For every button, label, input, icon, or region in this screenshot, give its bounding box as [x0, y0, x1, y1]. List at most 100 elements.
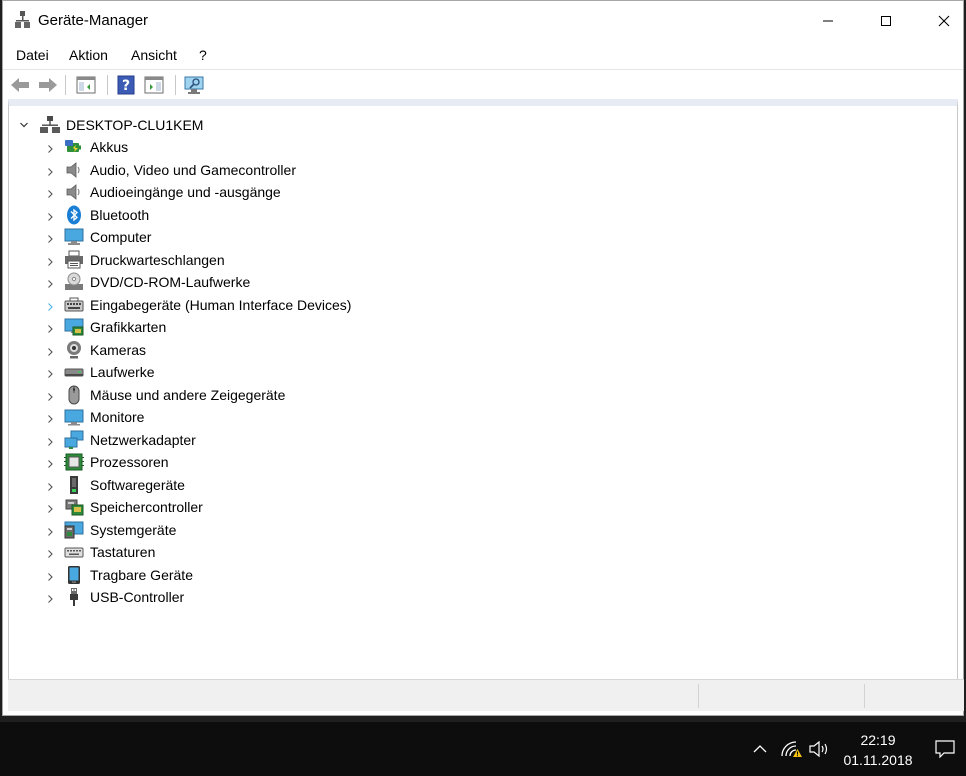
chevron-right-icon[interactable]: [45, 276, 55, 292]
chevron-right-icon[interactable]: [45, 389, 55, 405]
chevron-right-icon[interactable]: [45, 299, 55, 315]
taskbar: 22:19 01.11.2018: [0, 722, 966, 776]
tree-category-node[interactable]: Softwaregeräte: [9, 474, 957, 496]
status-bar: [8, 679, 964, 711]
processor-icon: [64, 452, 84, 472]
tree-category-node[interactable]: Grafikkarten: [9, 316, 957, 338]
forward-button[interactable]: [37, 74, 59, 96]
tree-category-node[interactable]: DVD/CD-ROM-Laufwerke: [9, 271, 957, 293]
tree-category-label: USB-Controller: [90, 589, 185, 605]
properties-pane-icon: [144, 76, 164, 94]
chevron-right-icon[interactable]: [45, 344, 55, 360]
tree-category-node[interactable]: Monitore: [9, 406, 957, 428]
network-adapter-icon: [64, 430, 84, 450]
tree-category-label: Tastaturen: [90, 544, 156, 560]
software-device-icon: [64, 475, 84, 495]
tree-category-node[interactable]: Akkus: [9, 136, 957, 158]
chevron-right-icon[interactable]: [45, 321, 55, 337]
device-manager-app-icon: [14, 10, 32, 33]
action-center-button[interactable]: [930, 722, 960, 776]
tree-category-label: Prozessoren: [90, 454, 169, 470]
properties-pane-button[interactable]: [143, 74, 165, 96]
back-button[interactable]: [9, 74, 31, 96]
volume-tray-button[interactable]: [806, 722, 832, 776]
tree-category-node[interactable]: Tragbare Geräte: [9, 564, 957, 586]
tree-category-node[interactable]: Laufwerke: [9, 361, 957, 383]
tree-category-label: Kameras: [90, 341, 147, 358]
tree-category-node[interactable]: Speichercontroller: [9, 496, 957, 518]
chevron-right-icon[interactable]: [45, 524, 55, 540]
tree-category-node[interactable]: Druckwarteschlangen: [9, 249, 957, 271]
chevron-right-icon[interactable]: [45, 591, 55, 607]
monitor-icon: [64, 407, 84, 427]
tree-category-node[interactable]: Prozessoren: [9, 451, 957, 473]
speaker-volume-icon: [809, 740, 828, 758]
show-hide-console-tree-icon: [76, 76, 96, 94]
tree-category-node[interactable]: Eingabegeräte (Human Interface Devices): [9, 294, 957, 316]
device-manager-window: Geräte-Manager Datei Aktion Ansicht ? ?: [2, 0, 964, 716]
menu-help[interactable]: ?: [199, 47, 207, 63]
menu-aktion[interactable]: Aktion: [69, 47, 108, 63]
chevron-right-icon[interactable]: [45, 254, 55, 270]
show-hide-console-tree-button[interactable]: [75, 74, 97, 96]
tree-category-node[interactable]: Tastaturen: [9, 541, 957, 563]
tree-category-node[interactable]: Audio, Video und Gamecontroller: [9, 159, 957, 181]
menu-datei[interactable]: Datei: [16, 47, 49, 63]
tree-root-node[interactable]: DESKTOP-CLU1KEM: [9, 114, 957, 136]
chevron-right-icon[interactable]: [45, 366, 55, 382]
scan-hardware-button[interactable]: [183, 74, 205, 96]
tree-category-label: Laufwerke: [90, 364, 155, 380]
chevron-right-icon[interactable]: [45, 456, 55, 472]
device-tree-pane[interactable]: DESKTOP-CLU1KEM Akkus Audio, Video und Ga…: [8, 99, 958, 681]
tree-category-label: Bluetooth: [90, 206, 150, 223]
toolbar-separator: [65, 75, 66, 95]
close-button[interactable]: [921, 1, 966, 41]
chevron-right-icon[interactable]: [45, 411, 55, 427]
help-icon: ?: [117, 75, 135, 95]
menu-bar: Datei Aktion Ansicht ?: [3, 43, 963, 67]
portable-device-icon: [64, 565, 84, 585]
hid-icon: [64, 295, 84, 315]
maximize-button[interactable]: [863, 1, 909, 41]
bluetooth-icon: [64, 205, 84, 225]
tree-category-node[interactable]: Computer: [9, 226, 957, 248]
tree-category-node[interactable]: Audioeingänge und -ausgänge: [9, 181, 957, 203]
disk-drive-icon: [64, 362, 84, 382]
tree-category-node[interactable]: Kameras: [9, 339, 957, 361]
chevron-right-icon[interactable]: [45, 569, 55, 585]
chevron-right-icon[interactable]: [45, 546, 55, 562]
chevron-right-icon[interactable]: [45, 141, 55, 157]
tree-category-node[interactable]: Systemgeräte: [9, 519, 957, 541]
tree-category-node[interactable]: Bluetooth: [9, 204, 957, 226]
minimize-button[interactable]: [805, 1, 851, 41]
tree-category-node[interactable]: Netzwerkadapter: [9, 429, 957, 451]
display-adapter-icon: [64, 317, 84, 337]
system-device-icon: [64, 520, 84, 540]
status-bar-divider: [864, 684, 865, 708]
title-bar[interactable]: Geräte-Manager: [3, 1, 963, 41]
svg-text:?: ?: [122, 78, 130, 94]
speaker-icon: [64, 182, 84, 202]
taskbar-clock[interactable]: 22:19 01.11.2018: [833, 730, 923, 770]
mouse-icon: [64, 385, 84, 405]
chevron-right-icon[interactable]: [45, 164, 55, 180]
chevron-down-icon[interactable]: [19, 117, 29, 133]
printer-icon: [64, 250, 84, 270]
status-bar-divider: [698, 684, 699, 708]
show-hidden-icons-button[interactable]: [748, 722, 772, 776]
toolbar: ?: [3, 69, 963, 99]
chevron-right-icon[interactable]: [45, 186, 55, 202]
chevron-right-icon[interactable]: [45, 434, 55, 450]
scan-hardware-monitor-icon: [184, 76, 204, 94]
tree-category-node[interactable]: USB-Controller: [9, 586, 957, 608]
clock-date: 01.11.2018: [843, 752, 913, 768]
chevron-right-icon[interactable]: [45, 209, 55, 225]
chevron-right-icon[interactable]: [45, 479, 55, 495]
help-button[interactable]: ?: [115, 74, 137, 96]
chevron-right-icon[interactable]: [45, 231, 55, 247]
menu-ansicht[interactable]: Ansicht: [131, 47, 177, 63]
tree-category-label: Monitore: [90, 409, 145, 425]
tree-category-node[interactable]: Mäuse und andere Zeigegeräte: [9, 384, 957, 406]
network-tray-button[interactable]: [778, 722, 804, 776]
chevron-right-icon[interactable]: [45, 501, 55, 517]
